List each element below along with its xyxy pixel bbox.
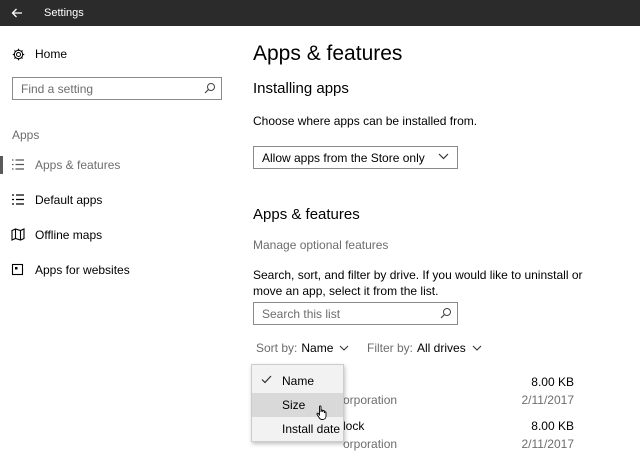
sidebar-item-apps-features[interactable]: Apps & features bbox=[0, 156, 240, 174]
sort-option-size[interactable]: Size bbox=[252, 393, 343, 417]
sort-by-label: Sort by: bbox=[256, 341, 298, 355]
sort-option-label: Install date bbox=[282, 422, 341, 436]
search-list-placeholder: Search this list bbox=[262, 307, 341, 321]
install-source-value: Allow apps from the Store only bbox=[262, 151, 425, 165]
gear-icon bbox=[12, 48, 25, 60]
sidebar-item-label: Offline maps bbox=[35, 228, 103, 242]
installing-apps-description: Choose where apps can be installed from. bbox=[253, 114, 478, 128]
installing-apps-heading: Installing apps bbox=[253, 80, 349, 97]
find-setting-input[interactable]: Find a setting bbox=[12, 77, 222, 100]
sort-option-name[interactable]: Name bbox=[252, 369, 343, 393]
sort-by-value: Name bbox=[301, 341, 334, 355]
sidebar-item-default-apps[interactable]: Default apps bbox=[0, 191, 240, 209]
sort-option-label: Size bbox=[282, 398, 306, 412]
title-bar: Settings bbox=[0, 0, 640, 26]
filter-by-control[interactable]: Filter by: All drives bbox=[367, 341, 482, 355]
search-icon[interactable] bbox=[440, 307, 452, 319]
home-label: Home bbox=[35, 47, 68, 61]
app-size: 8.00 KB bbox=[531, 419, 574, 433]
sort-by-control[interactable]: Sort by: Name bbox=[256, 341, 349, 355]
default-apps-icon bbox=[12, 194, 24, 205]
active-indicator bbox=[0, 156, 3, 174]
back-button[interactable] bbox=[0, 0, 34, 26]
app-date: 2/11/2017 bbox=[521, 393, 575, 407]
sort-option-install-date[interactable]: Install date bbox=[252, 417, 343, 441]
app-name: lock bbox=[343, 419, 365, 433]
sidebar-item-label: Apps & features bbox=[35, 158, 121, 172]
chevron-down-icon bbox=[472, 345, 482, 351]
chevron-down-icon bbox=[438, 153, 449, 160]
sidebar-item-apps-for-websites[interactable]: Apps for websites bbox=[0, 261, 240, 279]
search-list-input[interactable]: Search this list bbox=[253, 302, 458, 325]
app-date: 2/11/2017 bbox=[521, 437, 575, 451]
filter-by-label: Filter by: bbox=[367, 341, 414, 355]
sort-menu: Name Size Install date bbox=[251, 364, 344, 442]
find-setting-placeholder: Find a setting bbox=[21, 82, 94, 96]
apps-section-label: Apps bbox=[12, 128, 40, 142]
app-size: 8.00 KB bbox=[531, 375, 574, 389]
list-icon bbox=[12, 159, 24, 170]
back-arrow-icon bbox=[11, 8, 22, 18]
sidebar-home[interactable]: Home bbox=[12, 46, 67, 62]
app-publisher: orporation bbox=[343, 437, 398, 451]
search-icon[interactable] bbox=[204, 82, 216, 94]
map-icon bbox=[11, 228, 25, 241]
manage-optional-features-link[interactable]: Manage optional features bbox=[253, 238, 388, 252]
filter-by-value: All drives bbox=[417, 341, 466, 355]
window-title: Settings bbox=[44, 7, 84, 19]
sidebar-item-label: Apps for websites bbox=[35, 263, 130, 277]
app-publisher: orporation bbox=[343, 393, 398, 407]
install-source-dropdown[interactable]: Allow apps from the Store only bbox=[253, 146, 458, 169]
sidebar-item-offline-maps[interactable]: Offline maps bbox=[0, 226, 240, 244]
sidebar-item-label: Default apps bbox=[35, 193, 103, 207]
chevron-down-icon bbox=[339, 345, 349, 351]
apps-search-description: Search, sort, and filter by drive. If yo… bbox=[253, 268, 583, 298]
page-title: Apps & features bbox=[253, 42, 403, 65]
hand-cursor-icon bbox=[316, 405, 327, 420]
web-app-icon bbox=[11, 263, 24, 276]
apps-features-heading: Apps & features bbox=[253, 206, 360, 223]
sort-option-label: Name bbox=[282, 374, 315, 388]
checkmark-icon bbox=[261, 375, 272, 384]
